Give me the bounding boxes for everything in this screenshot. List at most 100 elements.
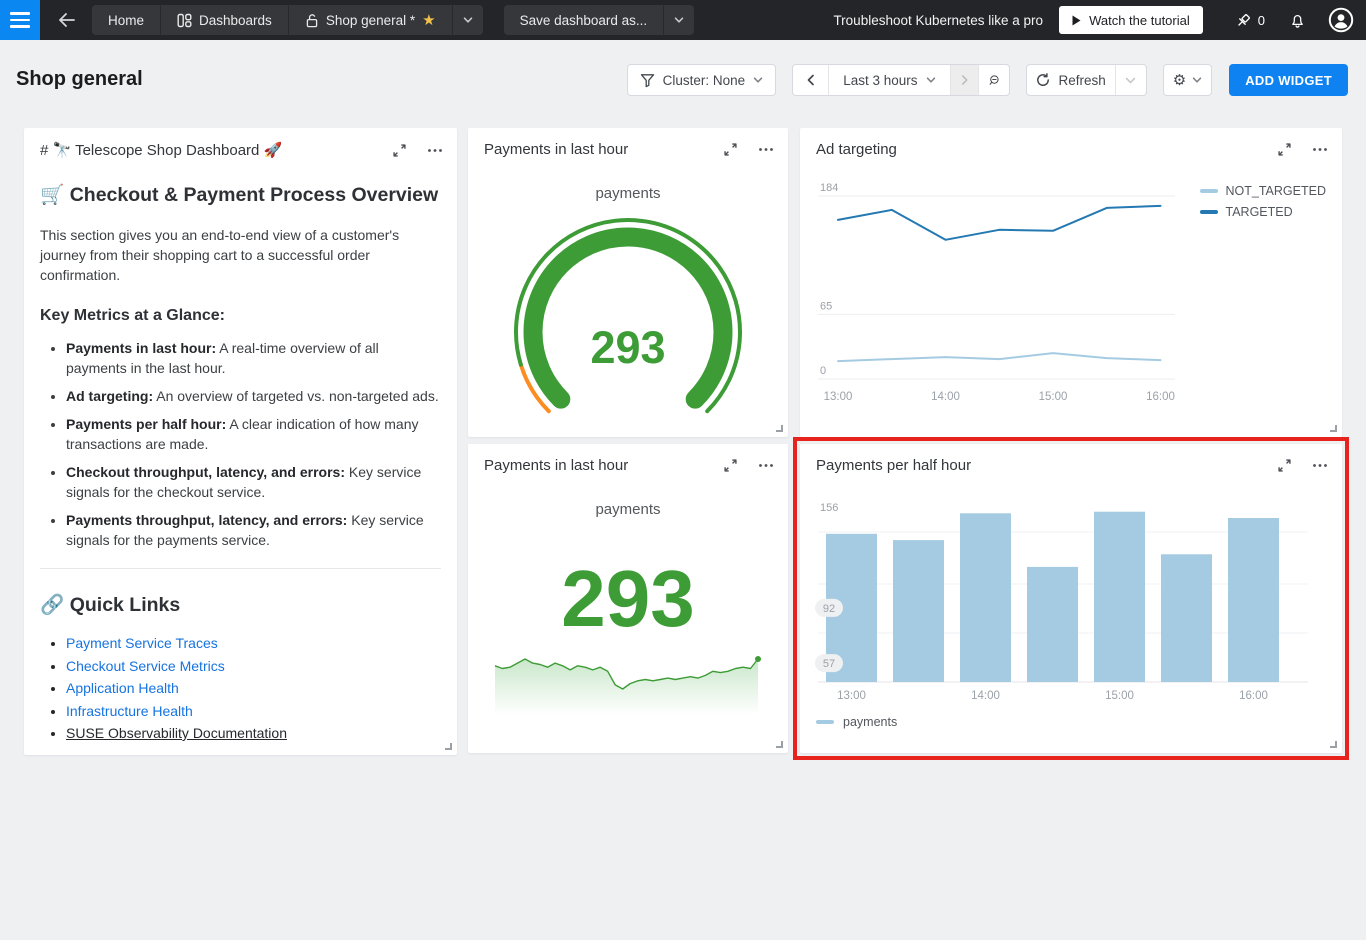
payments-gauge-widget: Payments in last hour payments 293 xyxy=(468,128,788,437)
promo-text: Troubleshoot Kubernetes like a pro xyxy=(833,13,1043,28)
tab-dashboards-label: Dashboards xyxy=(199,13,272,28)
chevron-down-icon xyxy=(753,75,763,85)
expand-widget-button[interactable] xyxy=(1277,458,1292,473)
big-number-value: 293 xyxy=(468,544,788,654)
bell-icon xyxy=(1289,12,1306,29)
expand-widget-button[interactable] xyxy=(1277,142,1292,157)
resize-handle[interactable] xyxy=(445,743,452,750)
watch-tutorial-label: Watch the tutorial xyxy=(1089,13,1190,28)
bar-chart-canvas: 156925713:0014:0015:0016:00 xyxy=(800,489,1342,753)
expand-widget-button[interactable] xyxy=(723,458,738,473)
tab-dashboards[interactable]: Dashboards xyxy=(161,5,289,35)
link-application-health[interactable]: Application Health xyxy=(66,680,179,696)
resize-handle[interactable] xyxy=(1330,741,1337,748)
link-checkout-service-metrics[interactable]: Checkout Service Metrics xyxy=(66,658,225,674)
widget-menu-button[interactable] xyxy=(1312,142,1328,157)
svg-text:156: 156 xyxy=(820,502,838,514)
filter-funnel-icon xyxy=(640,73,655,88)
refresh-button[interactable]: Refresh xyxy=(1027,65,1115,95)
link-infrastructure-health[interactable]: Infrastructure Health xyxy=(66,703,193,719)
time-back-button[interactable] xyxy=(793,65,829,95)
chevron-down-icon xyxy=(1192,75,1202,85)
arrow-left-icon xyxy=(58,13,75,27)
resize-handle[interactable] xyxy=(776,741,783,748)
ellipsis-icon xyxy=(758,142,774,157)
notifications-button[interactable] xyxy=(1289,12,1306,29)
svg-text:184: 184 xyxy=(820,182,838,194)
svg-text:16:00: 16:00 xyxy=(1239,690,1268,702)
expand-icon xyxy=(723,142,738,157)
gauge-chart-canvas: 293 xyxy=(468,202,788,437)
nav-tab-group: Home Dashboards Shop general * ★ xyxy=(92,5,483,35)
dashboards-icon xyxy=(177,13,192,28)
widget-title: Ad targeting xyxy=(816,141,897,158)
widget-title: Payments in last hour xyxy=(484,141,628,158)
expand-icon xyxy=(1277,458,1292,473)
widget-menu-button[interactable] xyxy=(427,143,443,158)
chevron-down-icon xyxy=(926,75,936,85)
metrics-list: Payments in last hour: A real-time overv… xyxy=(40,338,441,550)
tab-home-label: Home xyxy=(108,13,144,28)
page-title: Shop general xyxy=(16,68,143,91)
svg-text:14:00: 14:00 xyxy=(971,690,1000,702)
add-widget-button[interactable]: ADD WIDGET xyxy=(1229,64,1348,96)
widget-menu-button[interactable] xyxy=(758,142,774,157)
dashboard-page: Home Dashboards Shop general * ★ Save da… xyxy=(0,0,1366,940)
ad-targeting-widget: Ad targeting 18465013:0014:0015:0016:00 … xyxy=(800,128,1342,437)
time-forward-button[interactable] xyxy=(951,65,979,95)
lock-open-icon xyxy=(305,13,319,28)
divider xyxy=(40,568,441,569)
widget-menu-button[interactable] xyxy=(758,458,774,473)
legend-label: payments xyxy=(843,715,897,729)
resize-handle[interactable] xyxy=(776,425,783,432)
chevron-down-icon xyxy=(1125,75,1136,86)
ellipsis-icon xyxy=(758,458,774,473)
expand-icon xyxy=(723,458,738,473)
widget-menu-button[interactable] xyxy=(1312,458,1328,473)
user-avatar[interactable] xyxy=(1328,7,1354,33)
ellipsis-icon xyxy=(1312,458,1328,473)
time-zoom-out-button[interactable] xyxy=(979,65,1009,95)
header-controls: Cluster: None Last 3 hours Refresh xyxy=(627,64,1348,96)
link-suse-observability-documentation[interactable]: SUSE Observability Documentation xyxy=(66,725,287,741)
time-range-dropdown[interactable]: Last 3 hours xyxy=(829,65,951,95)
markdown-widget: # 🔭 Telescope Shop Dashboard 🚀 🛒 Checkou… xyxy=(24,128,457,755)
save-dashboard-label: Save dashboard as... xyxy=(520,13,648,28)
ellipsis-icon xyxy=(1312,142,1328,157)
time-range-control: Last 3 hours xyxy=(792,64,1010,96)
svg-text:65: 65 xyxy=(820,300,832,312)
legend-swatch xyxy=(1200,189,1218,193)
refresh-options-chevron[interactable] xyxy=(1116,65,1146,95)
metric-item: Ad targeting: An overview of targeted vs… xyxy=(66,386,441,406)
svg-text:57: 57 xyxy=(823,658,835,670)
chevron-right-icon xyxy=(960,74,969,86)
list-item: Payment Service Traces xyxy=(66,632,441,655)
metrics-heading: Key Metrics at a Glance: xyxy=(40,307,441,325)
legend-item-not-targeted[interactable]: NOT_TARGETED xyxy=(1200,184,1326,198)
chart-legend: NOT_TARGETED TARGETED xyxy=(1200,184,1326,219)
tab-shop-general[interactable]: Shop general * ★ xyxy=(289,5,453,35)
chevron-down-icon xyxy=(463,15,473,25)
tab-options-chevron[interactable] xyxy=(453,5,483,35)
tab-home[interactable]: Home xyxy=(92,5,161,35)
expand-widget-button[interactable] xyxy=(392,143,407,158)
link-payment-service-traces[interactable]: Payment Service Traces xyxy=(66,635,218,651)
resize-handle[interactable] xyxy=(1330,425,1337,432)
legend-item-targeted[interactable]: TARGETED xyxy=(1200,205,1326,219)
menu-button[interactable] xyxy=(0,0,40,40)
gauge-value: 293 xyxy=(590,322,665,373)
metric-item: Payments per half hour: A clear indicati… xyxy=(66,414,441,454)
watch-tutorial-button[interactable]: Watch the tutorial xyxy=(1059,6,1203,34)
favorite-star-icon[interactable]: ★ xyxy=(422,13,435,28)
cluster-filter-button[interactable]: Cluster: None xyxy=(627,64,777,96)
save-dashboard-button[interactable]: Save dashboard as... xyxy=(504,5,665,35)
avatar-icon xyxy=(1328,7,1354,33)
settings-button[interactable]: ⚙ xyxy=(1164,65,1211,95)
save-dashboard-chevron[interactable] xyxy=(664,5,694,35)
svg-text:15:00: 15:00 xyxy=(1105,690,1134,702)
expand-widget-button[interactable] xyxy=(723,142,738,157)
pinned-items-button[interactable]: 0 xyxy=(1235,12,1265,29)
back-button[interactable] xyxy=(50,4,82,36)
chevron-left-icon xyxy=(806,74,816,86)
legend-label: TARGETED xyxy=(1226,205,1293,219)
